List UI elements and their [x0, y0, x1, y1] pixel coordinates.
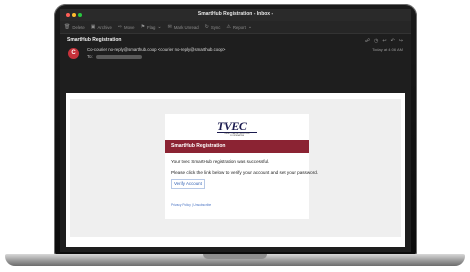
report-button[interactable]: ⚠ Report ⌄	[226, 23, 253, 30]
delete-button[interactable]: 🗑︎ Delete	[64, 23, 85, 30]
tvec-logo: TVEC TRINITY VALLEY ELECTRIC COOPERATIVE	[217, 119, 257, 137]
sender-address[interactable]: Co-courier no-reply@smarthub.coop <couri…	[87, 47, 225, 52]
verify-account-link[interactable]: Verify Account	[171, 179, 205, 189]
flag-label: Flag	[147, 24, 156, 30]
chevron-down-icon: ⌄	[157, 23, 162, 30]
message-date: Today at 4:06 AM	[372, 47, 403, 52]
sender-avatar: C	[68, 48, 79, 59]
laptop-notch	[203, 254, 267, 259]
flag-button[interactable]: ⚑ Flag ⌄	[140, 23, 162, 30]
mail-toolbar: 🗑︎ Delete ▣ Archive ⇨ Move ⚑ Flag ⌄ ✉ Ma…	[60, 21, 411, 34]
reply-icon[interactable]: ↩	[382, 38, 386, 44]
sync-icon: ↻	[204, 23, 209, 30]
logo-wordmark: TVEC	[217, 119, 247, 133]
window-title: SmartHub Registration - Inbox -	[197, 11, 274, 17]
delete-label: Delete	[72, 24, 85, 30]
archive-label: Archive	[97, 24, 112, 30]
footer-links[interactable]: Privacy Policy | Unsubscribe	[171, 203, 211, 207]
mark-unread-button[interactable]: ✉ Mark Unread	[167, 23, 199, 30]
logo-tagline: TRINITY VALLEY ELECTRIC COOPERATIVE	[223, 133, 251, 137]
message-subject: SmartHub Registration	[67, 37, 122, 43]
reminder-icon[interactable]: ◷	[374, 38, 378, 44]
mark-unread-label: Mark Unread	[173, 24, 199, 30]
move-icon: ⇨	[117, 23, 123, 30]
message-actions: ☍ ◷ ↩ ↶ ↪	[365, 38, 403, 44]
forward-icon[interactable]: ↪	[399, 38, 403, 44]
email-card: TVEC TRINITY VALLEY ELECTRIC COOPERATIVE…	[165, 114, 318, 219]
sync-button[interactable]: ↻ Sync	[204, 23, 221, 30]
recipient-row: To:	[87, 54, 142, 59]
sync-label: Sync	[210, 24, 221, 30]
chevron-down-icon: ⌄	[247, 23, 253, 30]
email-background: TVEC TRINITY VALLEY ELECTRIC COOPERATIVE…	[70, 99, 401, 237]
report-icon: ⚠	[226, 23, 231, 30]
recipient-redacted[interactable]	[95, 54, 142, 59]
message-header: SmartHub Registration C Co-courier no-re…	[60, 34, 411, 91]
report-label: Report	[232, 24, 246, 30]
laptop-screen: SmartHub Registration - Inbox - 🗑︎ Delet…	[60, 9, 411, 252]
email-banner: SmartHub Registration	[165, 140, 309, 153]
archive-icon: ▣	[90, 23, 96, 30]
trash-icon: 🗑︎	[64, 23, 71, 30]
attachment-icon[interactable]: ☍	[365, 38, 370, 44]
archive-button[interactable]: ▣ Archive	[90, 23, 112, 30]
move-label: Move	[124, 24, 135, 30]
flag-icon: ⚑	[140, 23, 146, 30]
message-body: TVEC TRINITY VALLEY ELECTRIC COOPERATIVE…	[66, 93, 405, 247]
to-label: To:	[87, 54, 93, 59]
reply-all-icon[interactable]: ↶	[391, 38, 395, 44]
success-text: Your tvec SmartHub registration was succ…	[171, 159, 270, 164]
mark-unread-icon: ✉	[167, 23, 172, 30]
instruction-text: Please click the link below to verify yo…	[171, 170, 319, 175]
move-button[interactable]: ⇨ Move	[117, 23, 135, 30]
